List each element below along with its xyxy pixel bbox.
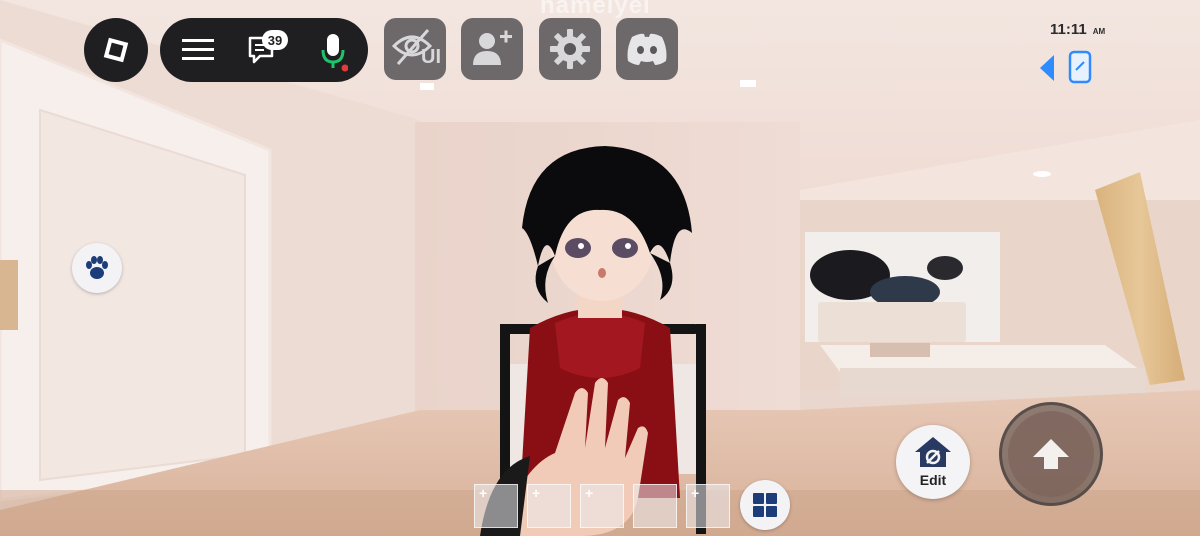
- phone-icon: [1068, 50, 1092, 84]
- slot-plus: +: [532, 485, 541, 501]
- edit-button[interactable]: Edit: [896, 425, 970, 499]
- hide-ui-button[interactable]: UI: [384, 18, 446, 80]
- mic-button[interactable]: [318, 32, 349, 72]
- hotbar-slot[interactable]: +: [527, 484, 571, 528]
- grid-icon: [753, 493, 777, 517]
- clock: 11:11 AM: [1050, 21, 1105, 38]
- paw-icon: [86, 256, 108, 279]
- discord-button[interactable]: [616, 18, 678, 80]
- game-viewport[interactable]: namelyei 39 UI 11:11 AM Edit + + + +: [0, 0, 1200, 536]
- hotbar-slot[interactable]: [633, 484, 677, 528]
- microphone-icon: [321, 34, 349, 72]
- pet-button[interactable]: [72, 243, 122, 293]
- settings-button[interactable]: [539, 18, 601, 80]
- edit-label: Edit: [919, 472, 947, 488]
- gear-icon: [550, 29, 590, 69]
- player-avatar[interactable]: [460, 138, 740, 536]
- chat-button[interactable]: 39: [246, 30, 288, 68]
- hotbar-slot[interactable]: +: [580, 484, 624, 528]
- roblox-logo-icon: [103, 37, 129, 63]
- phone-button[interactable]: [1066, 50, 1094, 84]
- left-arrow-icon: [1040, 55, 1054, 81]
- slot-plus: +: [585, 485, 594, 501]
- hide-ui-label: UI: [421, 46, 441, 68]
- slot-plus: +: [691, 485, 700, 501]
- add-friend-button[interactable]: [461, 18, 523, 80]
- jump-arrow-icon: [1033, 439, 1069, 469]
- slot-plus: +: [479, 485, 488, 501]
- clock-time: 11:11: [1050, 21, 1087, 38]
- hotbar-slot[interactable]: +: [474, 484, 518, 528]
- jump-inner: [1008, 411, 1094, 497]
- topbar-pill: 39: [160, 18, 368, 82]
- hotbar-slot[interactable]: +: [686, 484, 730, 528]
- clock-suffix: AM: [1092, 27, 1106, 36]
- menu-button[interactable]: [180, 35, 216, 65]
- collapse-panel-button[interactable]: [1038, 54, 1058, 82]
- discord-icon: [627, 33, 667, 65]
- chat-badge: 39: [262, 30, 288, 50]
- roblox-menu-button[interactable]: [84, 18, 148, 82]
- jump-button[interactable]: [999, 402, 1103, 506]
- inventory-button[interactable]: [740, 480, 790, 530]
- hamburger-menu-icon: [182, 39, 214, 60]
- house-edit-icon: [915, 437, 951, 467]
- player-nametag: namelyei: [540, 0, 651, 19]
- add-friend-icon: [473, 30, 512, 65]
